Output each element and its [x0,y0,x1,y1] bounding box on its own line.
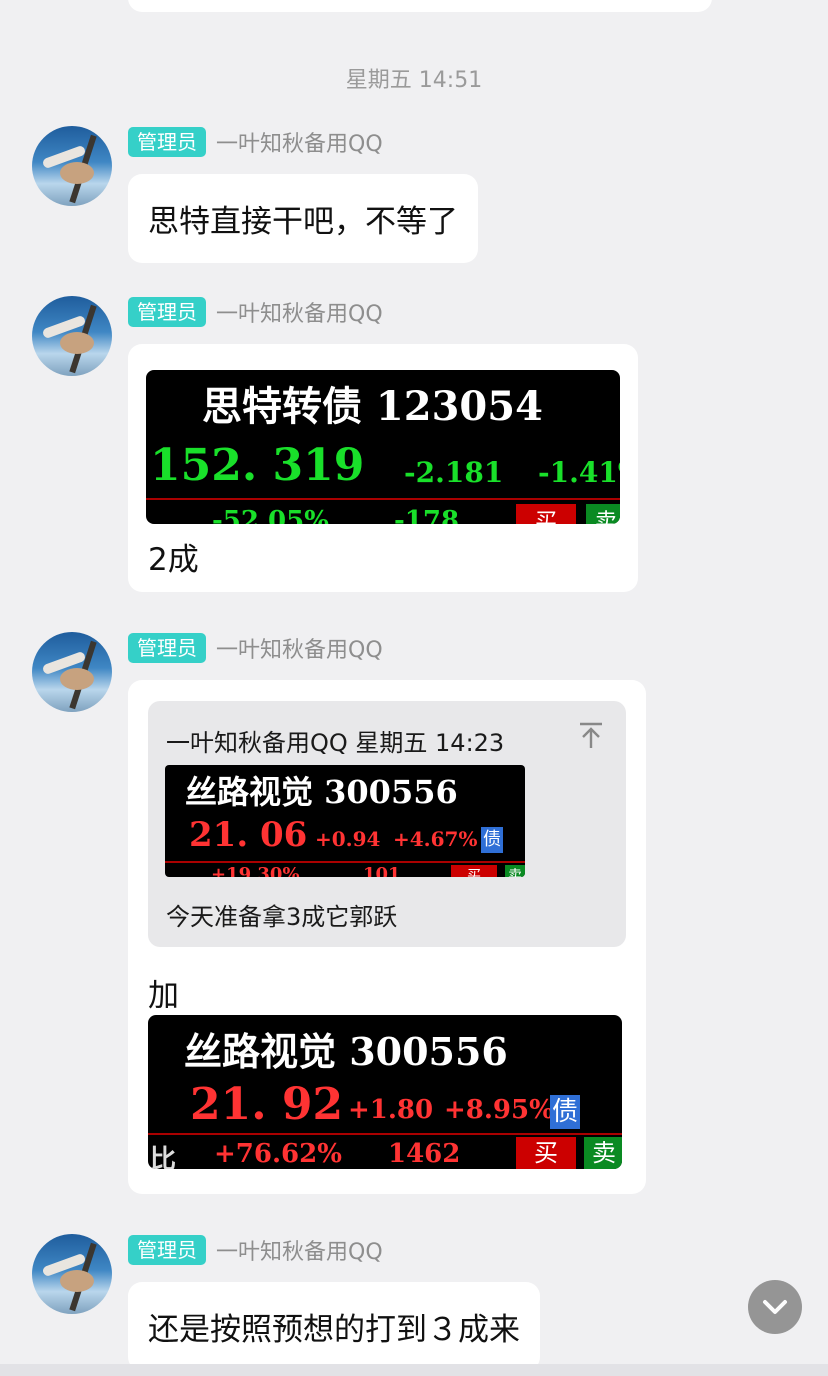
message-text: 还是按照预想的打到３成来 [148,1312,520,1348]
stock-price: 152. 319 [150,440,365,491]
divider [148,1133,622,1135]
stock-change: +1.80 [348,1095,434,1125]
stock-change: -2.181 [404,456,504,489]
message-timestamp: 星期五 14:51 [345,68,483,93]
bond-tag: 债 [481,827,503,853]
stock-title: 丝路视觉 300556 [184,1029,508,1074]
quoted-message[interactable]: 一叶知秋备用QQ 星期五 14:23 丝路视觉 300556 21. 06 +0… [148,701,626,947]
sender-name[interactable]: 一叶知秋备用QQ [216,126,383,158]
avatar[interactable] [32,296,112,376]
sell-button: 卖 [584,1137,622,1169]
sender-row: 管理员 一叶知秋备用QQ [128,296,383,328]
buy-button: 买 [516,1137,576,1169]
avatar[interactable] [32,632,112,712]
bond-tag: 债 [550,1095,580,1129]
stock-volume: -178 [394,506,460,524]
admin-badge: 管理员 [128,297,206,327]
quote-text: 今天准备拿3成它郭跃 [166,903,398,931]
buy-button: 买 [451,865,497,877]
buy-button: 买 [516,504,576,524]
sender-name[interactable]: 一叶知秋备用QQ [216,296,383,328]
sender-name[interactable]: 一叶知秋备用QQ [216,632,383,664]
message-text: 加 [148,978,179,1014]
stock-price: 21. 06 [189,815,308,855]
sell-button: 卖 [586,504,620,524]
stock-percent: -1.41% [538,456,620,489]
divider [165,861,525,863]
stock-percent: +4.67% [393,827,478,851]
scroll-to-bottom-button[interactable] [748,1280,802,1334]
message-text: 2成 [148,542,199,578]
stock-quote-image[interactable]: 丝路视觉 300556 21. 92 +1.80 +8.95% 债 比 +76.… [148,1015,622,1169]
chevron-down-icon [763,1300,787,1314]
stock-ratio: -52.05% [212,506,329,524]
stock-title: 思特转债 123054 [202,383,543,430]
sender-row: 管理员 一叶知秋备用QQ [128,632,383,664]
quote-header: 一叶知秋备用QQ 星期五 14:23 [166,729,505,757]
stock-change: +0.94 [315,827,381,851]
admin-badge: 管理员 [128,633,206,663]
message-bubble[interactable]: 思特转债 123054 152. 319 -2.181 -1.41% -52.0… [128,344,638,592]
sender-row: 管理员 一叶知秋备用QQ [128,1234,383,1266]
sell-button: 卖 [505,865,525,877]
stock-title: 丝路视觉 300556 [185,773,458,811]
message-text: 思特直接干吧，不等了 [148,204,458,240]
divider [146,498,620,500]
admin-badge: 管理员 [128,127,206,157]
stock-volume: 1462 [388,1139,461,1169]
stock-volume: 101 [363,864,401,877]
admin-badge: 管理员 [128,1235,206,1265]
message-bubble[interactable]: 还是按照预想的打到３成来 [128,1282,540,1371]
avatar[interactable] [32,1234,112,1314]
pin-top-icon[interactable] [578,721,604,749]
previous-message-bubble [128,0,712,12]
sender-name[interactable]: 一叶知秋备用QQ [216,1234,383,1266]
stock-ratio: +19.30% [211,864,300,877]
bottom-bar [0,1364,828,1376]
message-bubble[interactable]: 思特直接干吧，不等了 [128,174,478,263]
stock-percent: +8.95% [444,1095,554,1125]
avatar[interactable] [32,126,112,206]
sender-row: 管理员 一叶知秋备用QQ [128,126,383,158]
stock-ratio-label: 比 [150,1145,177,1169]
stock-ratio: +76.62% [214,1139,342,1169]
stock-quote-image[interactable]: 思特转债 123054 152. 319 -2.181 -1.41% -52.0… [146,370,620,524]
stock-price: 21. 92 [190,1079,344,1130]
quoted-stock-image[interactable]: 丝路视觉 300556 21. 06 +0.94 +4.67% 债 +19.30… [165,765,525,877]
